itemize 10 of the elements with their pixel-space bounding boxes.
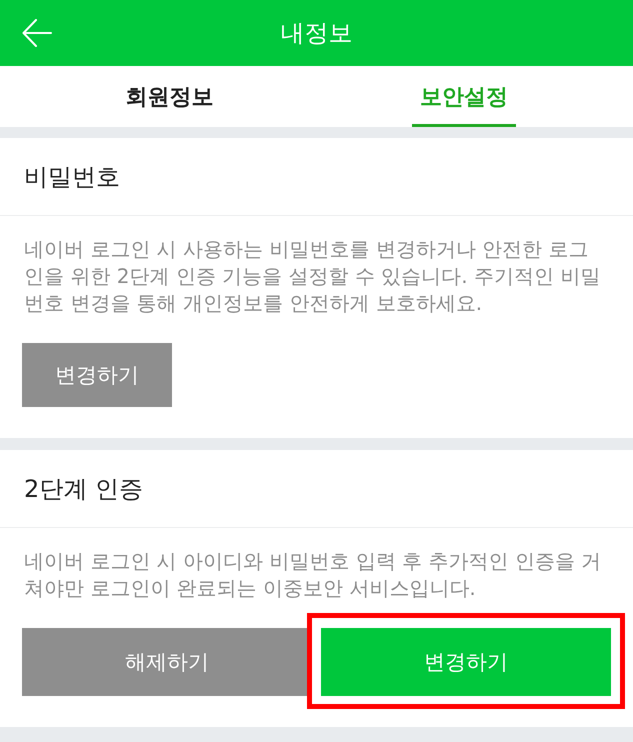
- arrow-left-icon[interactable]: [22, 19, 52, 47]
- section-description: 네이버 로그인 시 사용하는 비밀번호를 변경하거나 안전한 로그인을 위한 2단계 인증 기능을 설정할 수 있습니다. 주기적인 비밀번호 변경을 통해 개인정보를 안전하게 보호하세요.: [24, 236, 602, 317]
- action-button[interactable]: 변경하기: [321, 628, 611, 696]
- action-button[interactable]: 변경하기: [22, 343, 172, 407]
- tab[interactable]: 회원정보: [117, 66, 222, 127]
- page-title: 내정보: [280, 18, 352, 49]
- section-description: 네이버 로그인 시 아이디와 비밀번호 입력 후 추가적인 인증을 거쳐야만 로그인이 완료되는 이중보안 서비스입니다.: [24, 548, 602, 602]
- section-title: 2단계 인증: [24, 474, 143, 504]
- tab[interactable]: 보안설정: [412, 66, 516, 127]
- section-title: 비밀번호: [24, 162, 120, 192]
